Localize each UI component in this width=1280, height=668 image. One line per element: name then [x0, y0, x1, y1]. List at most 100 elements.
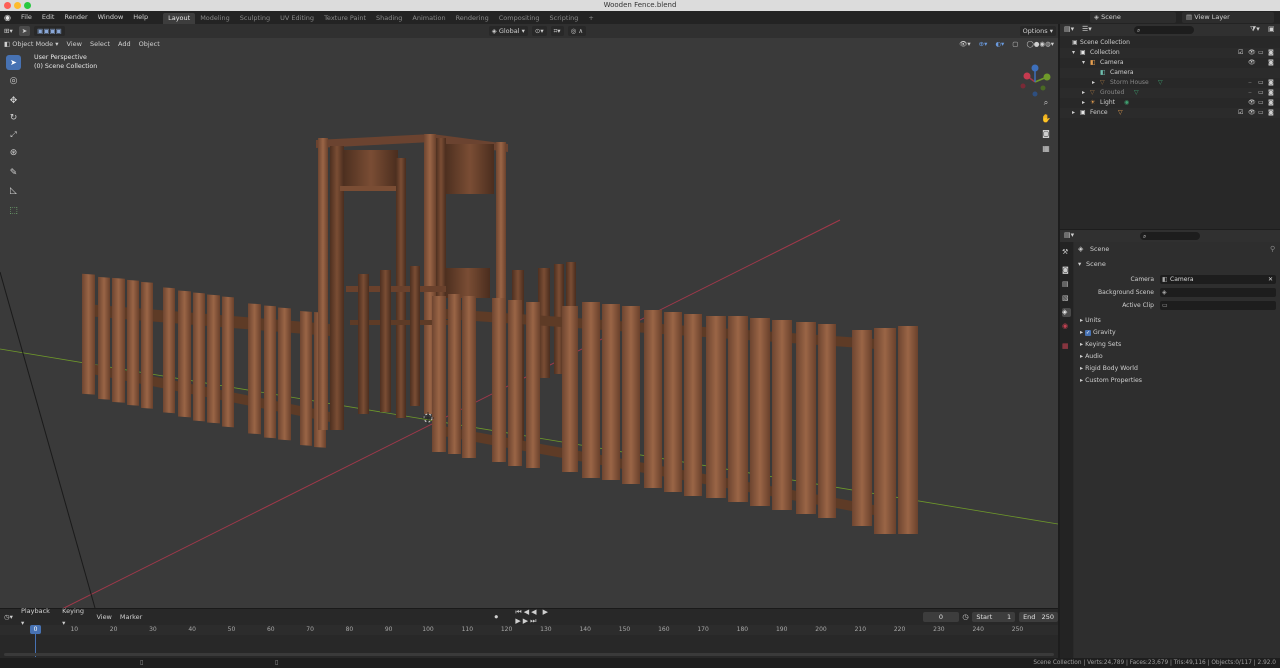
- checkbox-icon[interactable]: ☑: [1238, 48, 1243, 58]
- expand-arrow-icon[interactable]: ▸: [1082, 98, 1085, 108]
- view-layer-tab-icon[interactable]: ▧: [1062, 294, 1071, 303]
- tab-uv-editing[interactable]: UV Editing: [275, 13, 319, 24]
- panel-gravity[interactable]: ▸ ✓ Gravity: [1080, 329, 1116, 336]
- timeline-scrollbar[interactable]: [4, 653, 1054, 656]
- overlay-toggle-icon[interactable]: ◐▾: [991, 37, 1008, 51]
- tab-animation[interactable]: Animation: [407, 13, 450, 24]
- select-tool-button[interactable]: ➤: [18, 26, 31, 36]
- expand-arrow-icon[interactable]: ▾: [1072, 48, 1075, 58]
- transform-orientation-selector[interactable]: ◈ Global ▾: [488, 26, 528, 36]
- monitor-icon[interactable]: ▭: [1258, 98, 1264, 108]
- display-mode-icon[interactable]: ☰▾: [1082, 25, 1092, 33]
- eye-icon[interactable]: 👁: [1248, 48, 1256, 58]
- menu-edit[interactable]: Edit: [37, 11, 60, 24]
- outliner-search-field[interactable]: ⌕: [1134, 26, 1194, 34]
- tree-row-grouted[interactable]: ▸ ▽ Grouted ▽ ⌣ ▭ ◙: [1060, 88, 1280, 98]
- left-fence[interactable]: [82, 273, 330, 448]
- tree-row-fence[interactable]: ▸ ▣ Fence ▽ ☑ 👁 ▭ ◙: [1060, 108, 1280, 118]
- ortho-toggle-button[interactable]: ▦: [1040, 142, 1052, 154]
- menu-window[interactable]: Window: [93, 11, 129, 24]
- camera-field[interactable]: ◧ Camera ✕: [1160, 275, 1276, 284]
- clear-icon[interactable]: ✕: [1268, 275, 1273, 284]
- expand-arrow-icon[interactable]: ▾: [1082, 58, 1085, 68]
- view-layer-selector[interactable]: ▤ View Layer: [1182, 12, 1274, 23]
- tab-scripting[interactable]: Scripting: [545, 13, 584, 24]
- rotate-tool[interactable]: ↻: [6, 110, 21, 125]
- 3d-viewport[interactable]: ⊞▾ ➤ ▣▣▣▣ ◈ Global ▾ ⊙▾ ⌗▾ ◎ ∧ Options ▾…: [0, 24, 1058, 608]
- menu-help[interactable]: Help: [128, 11, 153, 24]
- monitor-icon[interactable]: ▭: [1258, 48, 1264, 58]
- monitor-icon[interactable]: ▭: [1258, 108, 1264, 118]
- cursor-tool[interactable]: ◎: [6, 73, 21, 88]
- eye-closed-icon[interactable]: ⌣: [1248, 78, 1252, 88]
- monitor-icon[interactable]: ▭: [1258, 88, 1264, 98]
- panel-rigid-body-world[interactable]: ▸ Rigid Body World: [1080, 365, 1138, 372]
- tab-modeling[interactable]: Modeling: [195, 13, 235, 24]
- playback-controls[interactable]: ⏮◀◀ ▶ ▶▶⏭: [515, 608, 575, 626]
- menu-render[interactable]: Render: [59, 11, 92, 24]
- menu-marker[interactable]: Marker: [116, 611, 146, 623]
- timeline-editor-icon[interactable]: ◷▾: [0, 611, 17, 623]
- timeline-ruler[interactable]: 0 10 20 30 40 50 60 70 80 90 100 110 120 130 140 150 160…: [0, 625, 1058, 635]
- render-camera-icon[interactable]: ◙: [1268, 98, 1274, 108]
- selection-mode-buttons[interactable]: ▣▣▣▣: [34, 26, 65, 36]
- eye-closed-icon[interactable]: ⌣: [1248, 88, 1252, 98]
- menu-file[interactable]: File: [16, 11, 37, 24]
- pan-view-button[interactable]: ✋: [1040, 112, 1052, 124]
- outliner-editor-icon[interactable]: ▤▾: [1064, 25, 1074, 33]
- zoom-view-button[interactable]: ⌕: [1040, 97, 1052, 109]
- pin-icon[interactable]: ⚲: [1270, 245, 1275, 253]
- panel-audio[interactable]: ▸ Audio: [1080, 353, 1103, 360]
- render-camera-icon[interactable]: ◙: [1268, 88, 1274, 98]
- scale-tool[interactable]: ⤢: [6, 127, 21, 142]
- render-tab-icon[interactable]: ◙: [1062, 266, 1071, 275]
- shading-mode-buttons[interactable]: ◯●◉◍▾: [1022, 37, 1058, 51]
- scene-selector[interactable]: ◈ Scene: [1090, 12, 1176, 23]
- tab-rendering[interactable]: Rendering: [451, 13, 494, 24]
- eye-icon[interactable]: 👁: [1248, 98, 1256, 108]
- viewport-scene[interactable]: [0, 24, 1058, 608]
- menu-timeline-view[interactable]: View: [92, 611, 115, 623]
- measure-tool[interactable]: ◺: [6, 183, 21, 198]
- tree-row-scene-collection[interactable]: ▣ Scene Collection: [1060, 38, 1280, 48]
- auto-keying-button[interactable]: ⏺: [494, 613, 498, 622]
- add-cube-tool[interactable]: ⬚: [6, 203, 21, 218]
- editor-type-icon[interactable]: ⊞▾: [0, 24, 17, 38]
- proportional-edit-toggle[interactable]: ◎ ∧: [567, 26, 587, 36]
- world-tab-icon[interactable]: ◉: [1062, 322, 1071, 331]
- menu-object[interactable]: Object: [135, 37, 164, 51]
- tree-row-storm-house[interactable]: ▸ ▽ Storm House ▽ ⌣ ▭ ◙: [1060, 78, 1280, 88]
- playhead-label[interactable]: 0: [30, 625, 41, 634]
- snap-toggle[interactable]: ⌗▾: [550, 26, 564, 36]
- render-camera-icon[interactable]: ◙: [1268, 48, 1274, 58]
- menu-view[interactable]: View: [63, 37, 86, 51]
- tab-shading[interactable]: Shading: [371, 13, 407, 24]
- output-tab-icon[interactable]: ▤: [1062, 280, 1071, 289]
- expand-arrow-icon[interactable]: ▸: [1092, 78, 1095, 88]
- preview-range-icon[interactable]: ◷: [962, 613, 968, 621]
- monitor-icon[interactable]: ▭: [1258, 78, 1264, 88]
- scene-tab-icon[interactable]: ◈: [1062, 308, 1071, 317]
- annotate-tool[interactable]: ✎: [6, 165, 21, 180]
- render-camera-icon[interactable]: ◙: [1268, 78, 1274, 88]
- expand-arrow-icon[interactable]: ▸: [1082, 88, 1085, 98]
- navigation-gizmo[interactable]: [1015, 62, 1055, 102]
- start-frame-field[interactable]: Start 1: [972, 612, 1016, 622]
- menu-add[interactable]: Add: [114, 37, 135, 51]
- checkbox-icon[interactable]: ☑: [1238, 108, 1243, 118]
- new-collection-icon[interactable]: ▣: [1268, 25, 1275, 33]
- panel-custom-properties[interactable]: ▸ Custom Properties: [1080, 377, 1142, 384]
- properties-editor-icon[interactable]: ▤▾: [1064, 231, 1074, 239]
- blender-logo-icon[interactable]: ◉: [4, 13, 16, 22]
- panel-scene-header[interactable]: ▾ Scene: [1074, 258, 1280, 269]
- gizmo-toggle-icon[interactable]: ⊕▾: [975, 37, 992, 51]
- close-window-icon[interactable]: [4, 2, 11, 9]
- texture-tab-icon[interactable]: ▦: [1062, 342, 1071, 351]
- properties-editor[interactable]: ▤▾ ⌕ ⚒ ◙ ▤ ▧ ◈ ◉ ▦ ◈ Scene ⚲ ▾ Scene Cam…: [1060, 230, 1280, 658]
- panel-units[interactable]: ▸ Units: [1080, 317, 1101, 324]
- pivot-selector[interactable]: ⊙▾: [531, 26, 547, 36]
- filter-icon[interactable]: ⧩▾: [1250, 25, 1260, 34]
- visibility-icon[interactable]: 👁▾: [955, 37, 975, 51]
- current-frame-field[interactable]: 0: [923, 612, 959, 622]
- tree-row-camera-data[interactable]: ◧ Camera: [1060, 68, 1280, 78]
